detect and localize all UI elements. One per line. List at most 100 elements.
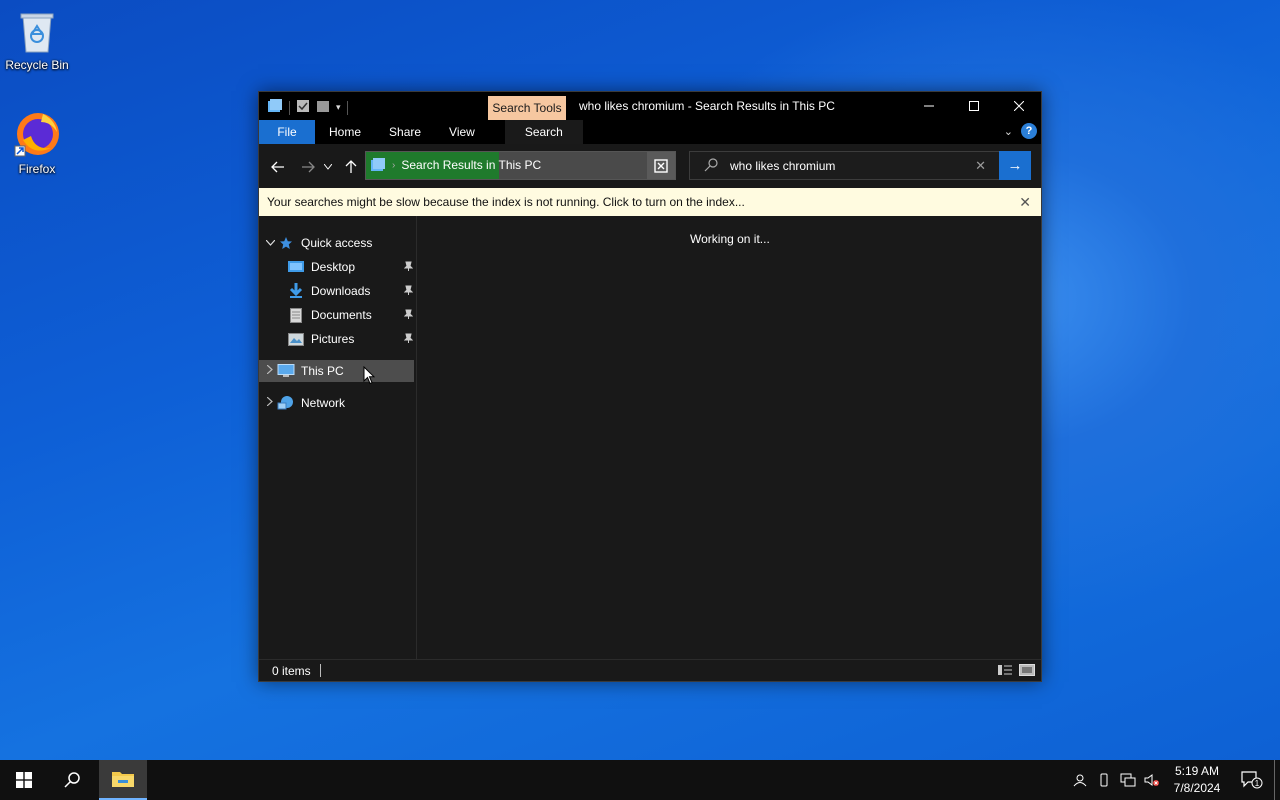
- up-button[interactable]: [340, 156, 362, 178]
- this-pc-label: This PC: [301, 364, 344, 378]
- network-icon: [277, 395, 295, 411]
- downloads-folder-icon: [287, 283, 305, 299]
- system-tray: 5:19 AM 7/8/2024 1: [1068, 760, 1280, 800]
- pin-icon: [403, 333, 414, 346]
- search-icon: [704, 158, 718, 172]
- breadcrumb-separator: ›: [392, 159, 396, 171]
- stop-search-button[interactable]: [647, 152, 675, 179]
- pictures-folder-icon: [287, 331, 305, 347]
- search-results-icon: [371, 158, 385, 171]
- maximize-button[interactable]: [951, 92, 996, 120]
- firefox-label: Firefox: [18, 162, 56, 176]
- notification-count: 1: [1255, 779, 1260, 788]
- working-status: Working on it...: [690, 232, 770, 246]
- usb-device-icon[interactable]: [1092, 773, 1116, 787]
- results-pane[interactable]: Working on it...: [418, 216, 1041, 660]
- details-view-icon[interactable]: [997, 664, 1013, 679]
- tab-view[interactable]: View: [435, 120, 489, 144]
- expand-ribbon-icon[interactable]: ⌄: [1004, 125, 1013, 138]
- show-desktop-button[interactable]: [1274, 760, 1280, 800]
- chevron-down-icon[interactable]: [263, 238, 277, 249]
- pictures-label: Pictures: [311, 332, 355, 346]
- close-icon: [1013, 101, 1024, 111]
- desktop-folder-icon: [287, 259, 305, 275]
- clear-search-button[interactable]: ✕: [975, 158, 986, 174]
- recycle-bin-label: Recycle Bin: [5, 58, 69, 72]
- title-bar: ▾ Search Tools who likes chromium - Sear…: [259, 92, 1041, 123]
- clock-time: 5:19 AM: [1174, 764, 1220, 778]
- nav-quick-access[interactable]: Quick access: [263, 232, 413, 254]
- search-box[interactable]: who likes chromium ✕ →: [689, 151, 1031, 180]
- tab-search[interactable]: Search: [504, 120, 583, 144]
- back-button[interactable]: [267, 156, 289, 178]
- network-tray-icon[interactable]: [1116, 773, 1140, 787]
- sidebar-item-this-pc[interactable]: This PC: [259, 360, 414, 382]
- large-icons-view-icon[interactable]: [1019, 664, 1035, 679]
- people-icon[interactable]: [1068, 773, 1092, 787]
- chevron-right-icon[interactable]: [263, 396, 277, 409]
- sidebar-item-desktop[interactable]: Desktop: [271, 256, 414, 278]
- chevron-down-icon: [324, 164, 332, 170]
- new-folder-icon[interactable]: [316, 99, 330, 116]
- index-warning-message[interactable]: Your searches might be slow because the …: [267, 195, 745, 209]
- documents-label: Documents: [311, 308, 372, 322]
- search-tools-context-label: Search Tools: [488, 96, 566, 123]
- downloads-label: Downloads: [311, 284, 371, 298]
- explorer-app-icon: [267, 98, 283, 117]
- taskbar: 5:19 AM 7/8/2024 1: [0, 760, 1280, 800]
- forward-arrow-icon: [302, 161, 315, 173]
- minimize-button[interactable]: [906, 92, 951, 120]
- sidebar-item-pictures[interactable]: Pictures: [271, 328, 414, 350]
- start-button[interactable]: [0, 760, 48, 800]
- volume-muted-icon[interactable]: [1140, 773, 1164, 787]
- this-pc-icon: [277, 363, 295, 379]
- file-explorer-window: ▾ Search Tools who likes chromium - Sear…: [258, 91, 1042, 682]
- caption-buttons: [906, 92, 1041, 120]
- address-location[interactable]: Search Results in This PC: [401, 158, 541, 172]
- mouse-cursor-icon: [363, 366, 375, 385]
- star-icon: [277, 235, 295, 251]
- up-arrow-icon: [345, 160, 357, 173]
- maximize-icon: [968, 101, 979, 111]
- explorer-body: Quick access Desktop Downloads Documents…: [259, 216, 1041, 660]
- firefox-icon: [14, 113, 59, 157]
- documents-folder-icon: [287, 307, 305, 323]
- recent-locations-button[interactable]: [320, 156, 336, 178]
- desktop-icon-recycle-bin[interactable]: Recycle Bin: [0, 6, 74, 72]
- folder-icon: [112, 772, 134, 787]
- desktop-icon-firefox[interactable]: Firefox: [0, 110, 74, 176]
- ribbon-tabs: File Home Share View Search ⌄ ?: [259, 120, 1041, 144]
- status-divider: [320, 664, 321, 677]
- sidebar-item-network[interactable]: Network: [263, 392, 413, 414]
- chevron-right-icon[interactable]: [263, 364, 277, 377]
- action-center-button[interactable]: 1: [1230, 771, 1274, 789]
- window-title: who likes chromium - Search Results in T…: [579, 99, 835, 113]
- pin-icon: [403, 309, 414, 322]
- taskbar-file-explorer[interactable]: [99, 760, 147, 800]
- minimize-icon: [923, 105, 934, 107]
- taskbar-clock[interactable]: 5:19 AM 7/8/2024: [1164, 763, 1230, 797]
- navigation-bar: › Search Results in This PC who likes ch…: [259, 144, 1041, 188]
- quick-access-toolbar: ▾: [267, 98, 348, 117]
- tab-home[interactable]: Home: [315, 120, 375, 144]
- search-query-input[interactable]: who likes chromium: [730, 159, 835, 173]
- tab-share[interactable]: Share: [375, 120, 435, 144]
- close-button[interactable]: [996, 92, 1041, 120]
- taskbar-search-button[interactable]: [48, 760, 96, 800]
- sidebar-item-downloads[interactable]: Downloads: [271, 280, 414, 302]
- pin-icon: [403, 261, 414, 274]
- infobar-close-button[interactable]: ✕: [1019, 194, 1031, 211]
- properties-icon[interactable]: [296, 99, 310, 116]
- tab-file[interactable]: File: [259, 120, 315, 144]
- item-count: 0 items: [272, 664, 311, 678]
- quick-access-label: Quick access: [301, 236, 373, 250]
- pin-icon: [403, 285, 414, 298]
- forward-button[interactable]: [297, 156, 319, 178]
- help-icon[interactable]: ?: [1021, 123, 1037, 139]
- index-info-bar[interactable]: Your searches might be slow because the …: [259, 188, 1041, 216]
- qat-dropdown-icon[interactable]: ▾: [336, 102, 341, 113]
- back-arrow-icon: [271, 161, 284, 173]
- sidebar-item-documents[interactable]: Documents: [271, 304, 414, 326]
- search-go-button[interactable]: →: [999, 151, 1031, 180]
- address-bar[interactable]: › Search Results in This PC: [365, 151, 676, 180]
